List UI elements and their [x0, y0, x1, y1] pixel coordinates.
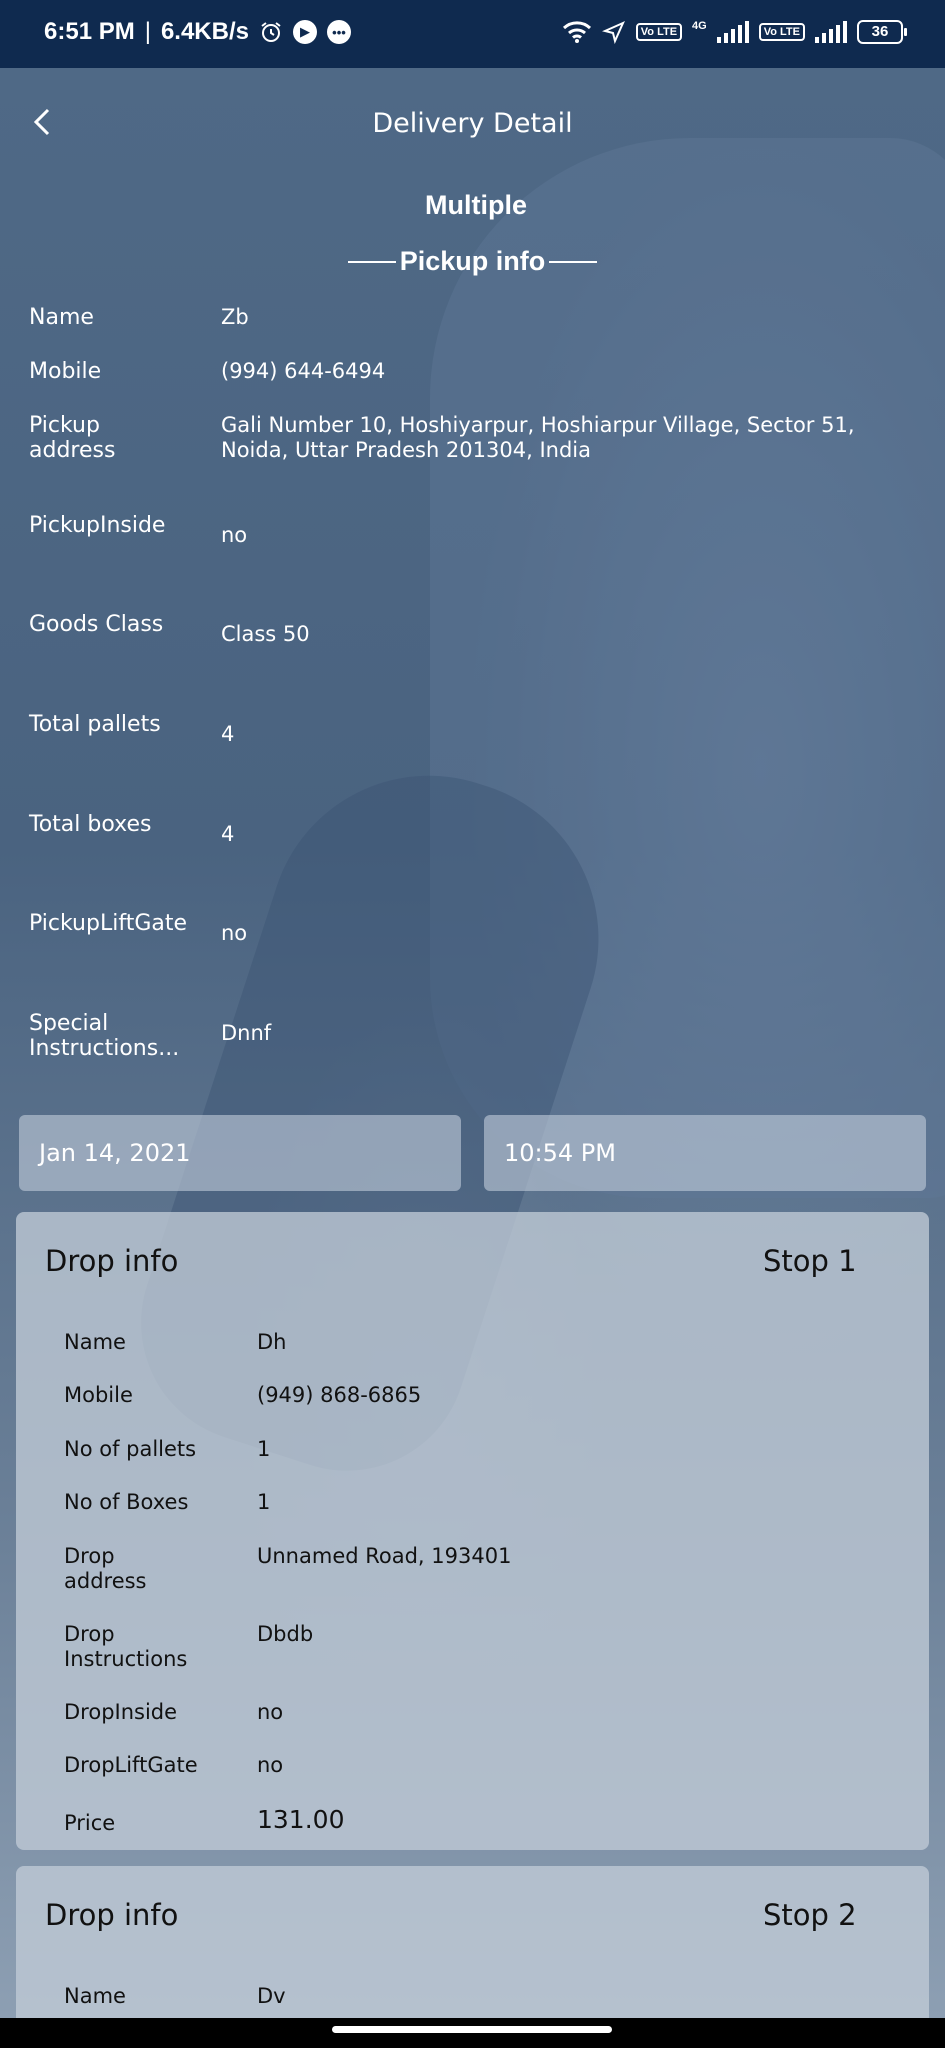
- drop-card-stop: Stop 2: [763, 1898, 857, 1932]
- drop-name-label: Name: [64, 1330, 126, 1354]
- drop-name-label: Name: [64, 1984, 126, 2008]
- drop-mobile-label: Mobile: [64, 1383, 133, 1407]
- drop-pallets-label: No of pallets: [64, 1437, 197, 1461]
- special-instructions-label: Special Instructions...: [29, 1011, 180, 1061]
- total-boxes-value: 4: [221, 822, 235, 846]
- goods-class-label: Goods Class: [29, 612, 164, 637]
- drop-name-value: Dh: [257, 1330, 287, 1354]
- goods-class-value: Class 50: [221, 622, 310, 646]
- drop-pallets-value: 1: [257, 1437, 271, 1461]
- drop-address-value: Unnamed Road, 193401: [257, 1544, 512, 1568]
- pickup-date-field[interactable]: Jan 14, 2021: [19, 1115, 461, 1191]
- section-title: Pickup info: [399, 246, 546, 276]
- pickup-time-field[interactable]: 10:54 PM: [484, 1115, 926, 1191]
- drop-address-label: Drop address: [64, 1544, 147, 1593]
- drop-card-stop-1: Drop info Stop 1 Name Dh Mobile (949) 86…: [16, 1212, 929, 1850]
- drop-mobile-value[interactable]: (949) 868-6865: [257, 1383, 897, 1408]
- drop-inside-label: DropInside: [64, 1700, 178, 1724]
- drop-card-stop-2: Drop info Stop 2 Name Dv: [16, 1866, 929, 2026]
- drop-card-title: Drop info: [45, 1244, 179, 1278]
- divider-left: [347, 260, 396, 263]
- wifi-icon: [562, 20, 592, 44]
- alarm-icon: [259, 20, 283, 44]
- status-speed: 6.4KB/s: [160, 18, 249, 45]
- pickup-address-value: Gali Number 10, Hoshiyarpur, Hoshiarpur …: [221, 413, 855, 462]
- drop-instructions-label: Drop Instructions: [64, 1622, 188, 1671]
- pickup-name-value: Zb: [221, 305, 249, 329]
- battery-icon: 36: [857, 20, 907, 44]
- pickup-inside-label: PickupInside: [29, 513, 166, 538]
- status-bar: 6:51 PM | 6.4KB/s ▶ ••• Vo LTE 4G Vo LTE…: [0, 0, 945, 68]
- volte-badge: Vo LTE: [635, 23, 683, 41]
- delivery-type: Multiple: [425, 190, 527, 220]
- drop-card-title: Drop info: [45, 1898, 179, 1932]
- pickup-mobile-label: Mobile: [29, 359, 102, 384]
- drop-liftgate-label: DropLiftGate: [64, 1753, 198, 1777]
- location-icon: [601, 20, 626, 44]
- signal-icon: [716, 21, 749, 43]
- pickup-info-heading: Pickup info: [0, 246, 945, 277]
- total-boxes-label: Total boxes: [29, 812, 152, 837]
- drop-card-stop: Stop 1: [763, 1244, 857, 1278]
- pickup-mobile-value[interactable]: (994) 644-6494: [221, 359, 921, 384]
- drop-instructions-value: Dbdb: [257, 1622, 314, 1646]
- pickup-liftgate-label: PickupLiftGate: [29, 911, 188, 936]
- navigation-bar: [0, 2018, 945, 2048]
- drop-boxes-label: No of Boxes: [64, 1490, 189, 1514]
- pickup-name-label: Name: [29, 305, 94, 330]
- volte-badge-2: Vo LTE: [758, 23, 805, 41]
- special-instructions-value: Dnnf: [221, 1021, 272, 1045]
- network-type: 4G: [692, 20, 707, 32]
- page-title: Delivery Detail: [372, 108, 573, 139]
- play-icon: ▶: [292, 20, 317, 44]
- drop-inside-value: no: [257, 1700, 284, 1724]
- total-pallets-label: Total pallets: [29, 712, 161, 737]
- signal-icon-2: [815, 21, 847, 43]
- drop-price-value: 131.00: [257, 1805, 345, 1834]
- home-gesture-handle[interactable]: [332, 2026, 612, 2033]
- drop-liftgate-value: no: [257, 1753, 284, 1777]
- message-icon: •••: [326, 20, 351, 44]
- pickup-liftgate-value: no: [221, 921, 248, 945]
- total-pallets-value: 4: [221, 722, 235, 746]
- pickup-inside-value: no: [221, 523, 248, 547]
- drop-price-label: Price: [64, 1811, 116, 1835]
- pickup-address-label: Pickup address: [29, 413, 116, 463]
- divider-right: [549, 260, 598, 263]
- status-time: 6:51 PM: [44, 18, 135, 45]
- drop-boxes-value: 1: [257, 1490, 271, 1514]
- drop-name-value: Dv: [257, 1984, 286, 2008]
